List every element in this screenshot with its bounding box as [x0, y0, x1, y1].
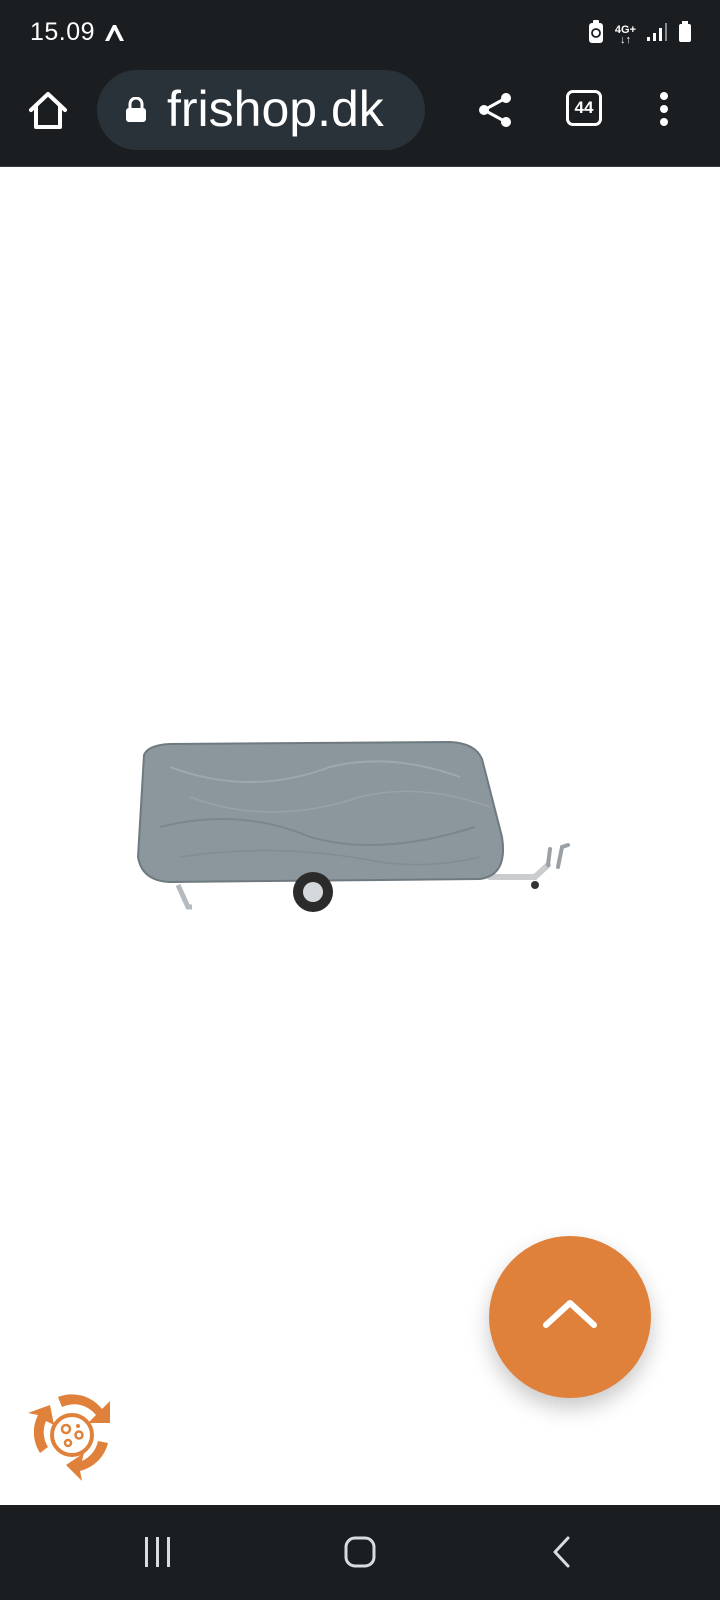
- caravan-cover-image: [136, 740, 570, 912]
- recents-button[interactable]: [142, 1535, 174, 1574]
- chevron-up-icon: [543, 1300, 597, 1328]
- back-icon: [553, 1536, 570, 1568]
- home-button[interactable]: [26, 89, 70, 133]
- cookie-consent-button[interactable]: [24, 1385, 120, 1481]
- tab-count: 44: [574, 98, 594, 117]
- network-label: 4G+: [614, 23, 636, 36]
- menu-button[interactable]: [652, 90, 676, 130]
- browser-toolbar: frishop.dk 44: [0, 66, 720, 167]
- app-notification-icon: [103, 23, 127, 48]
- cookie-consent-icon: [28, 1394, 110, 1481]
- tabs-button[interactable]: 44: [566, 90, 602, 126]
- share-button[interactable]: [476, 90, 516, 130]
- nav-home-button[interactable]: [343, 1535, 377, 1574]
- status-bar: 15.09 4G+ ↓↑: [0, 0, 720, 66]
- system-navigation-bar: [0, 1505, 720, 1600]
- status-time: 15.09: [30, 18, 96, 46]
- recents-icon: [145, 1537, 170, 1567]
- lock-icon: [125, 96, 147, 128]
- signal-icon: [646, 22, 668, 47]
- back-button[interactable]: [550, 1535, 574, 1574]
- page-content[interactable]: [0, 167, 720, 1505]
- battery-icon: [678, 21, 692, 48]
- scroll-to-top-button[interactable]: [489, 1236, 651, 1398]
- network-type: 4G+ ↓↑: [614, 23, 636, 46]
- address-bar[interactable]: frishop.dk: [97, 70, 425, 150]
- nav-home-icon: [344, 1536, 376, 1568]
- url-text: frishop.dk: [167, 81, 384, 137]
- more-vertical-icon: [660, 92, 668, 126]
- battery-saver-icon: [587, 20, 605, 49]
- status-indicators: 4G+ ↓↑: [587, 20, 692, 49]
- home-icon: [29, 92, 67, 129]
- share-icon: [479, 93, 511, 127]
